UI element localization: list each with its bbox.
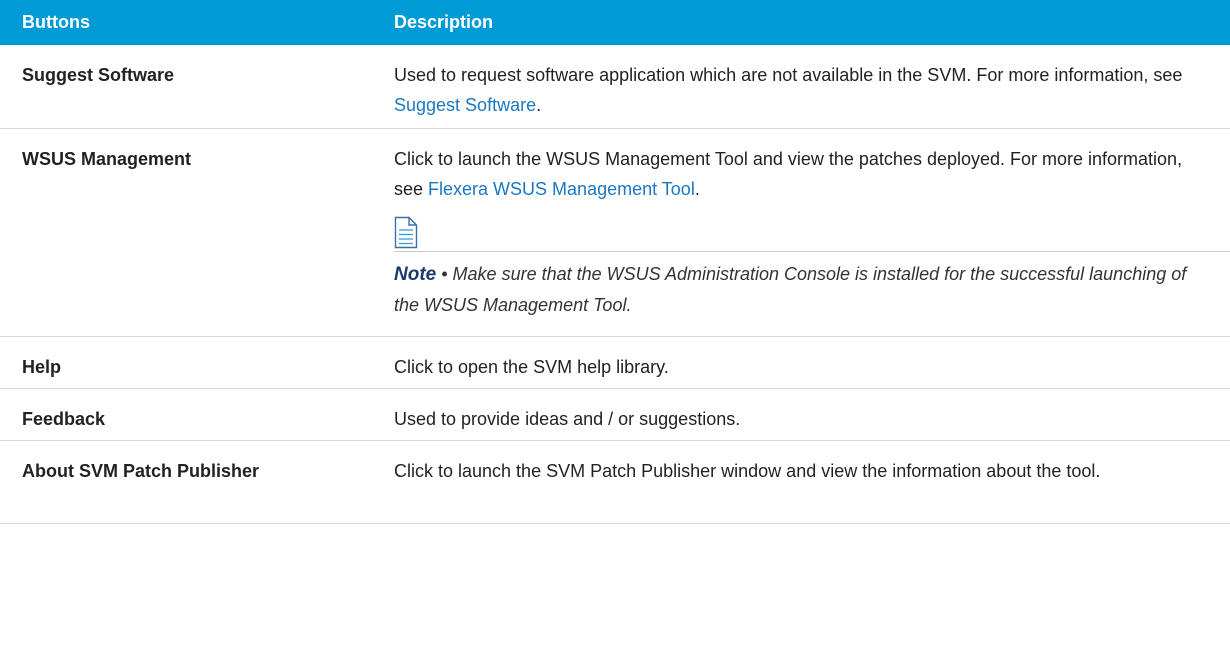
table-row: About SVM Patch Publisher Click to launc… (0, 440, 1230, 524)
button-name-cell: WSUS Management (0, 128, 378, 337)
buttons-description-table: Buttons Description Suggest Software Use… (0, 0, 1230, 524)
table-row: WSUS Management Click to launch the WSUS… (0, 128, 1230, 337)
description-text-end: . (536, 95, 542, 115)
description-cell: Used to request software application whi… (378, 45, 1230, 129)
note-document-icon (394, 216, 418, 248)
table-header-row: Buttons Description (0, 0, 1230, 45)
note-separator: • (436, 263, 453, 284)
note-text: Make sure that the WSUS Administration C… (394, 263, 1187, 315)
description-cell: Click to open the SVM help library. (378, 336, 1230, 389)
note-divider (394, 250, 1230, 252)
wsus-management-tool-link[interactable]: Flexera WSUS Management Tool (428, 179, 695, 199)
description-cell: Click to launch the SVM Patch Publisher … (378, 440, 1230, 524)
button-name-cell: Suggest Software (0, 45, 378, 129)
description-text-end: . (694, 178, 700, 199)
button-name-cell: Help (0, 336, 378, 389)
button-name-cell: About SVM Patch Publisher (0, 440, 378, 524)
note-block: Note • Make sure that the WSUS Administr… (394, 259, 1196, 320)
description-paragraph: Click to launch the WSUS Management Tool… (394, 144, 1196, 204)
description-cell: Click to launch the WSUS Management Tool… (378, 128, 1230, 337)
table-header: Buttons Description (0, 0, 1230, 45)
header-buttons: Buttons (0, 0, 378, 45)
table-row: Feedback Used to provide ideas and / or … (0, 388, 1230, 441)
table-row: Help Click to open the SVM help library. (0, 336, 1230, 389)
note-label: Note (394, 263, 437, 285)
table-row: Suggest Software Used to request softwar… (0, 45, 1230, 129)
header-description: Description (378, 0, 1230, 45)
suggest-software-link[interactable]: Suggest Software (394, 95, 536, 115)
description-text: Used to request software application whi… (394, 65, 1183, 85)
description-cell: Used to provide ideas and / or suggestio… (378, 388, 1230, 441)
button-name-cell: Feedback (0, 388, 378, 441)
